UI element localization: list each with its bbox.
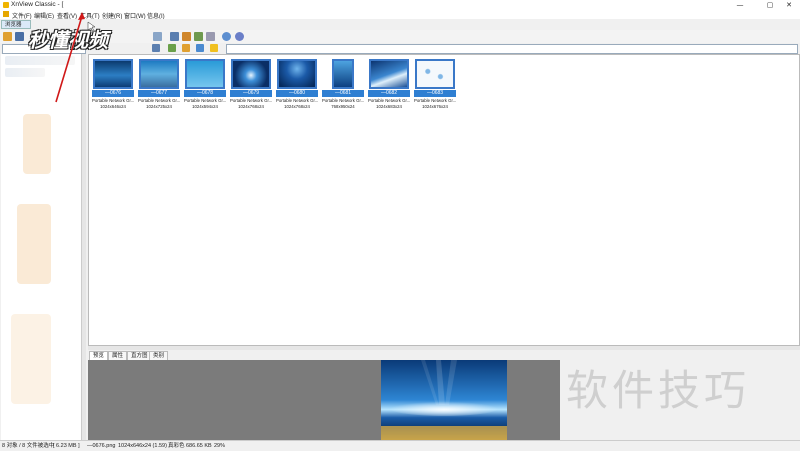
red-arrow-annotation <box>55 12 96 103</box>
